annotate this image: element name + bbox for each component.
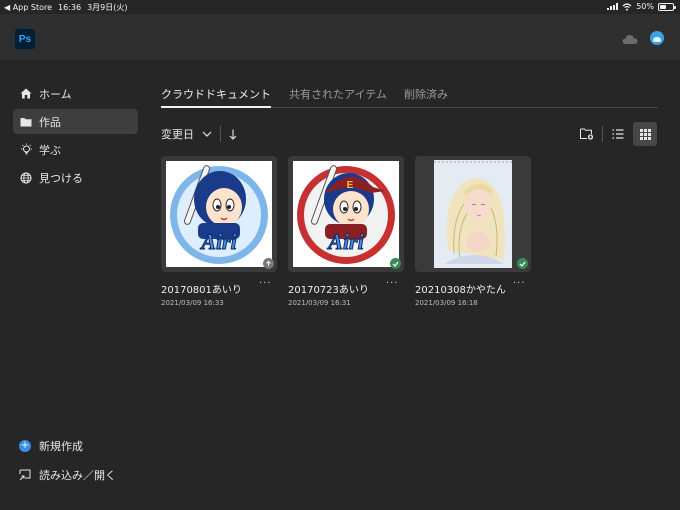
plus-icon: + xyxy=(19,440,31,452)
import-icon xyxy=(19,469,31,481)
user-avatar[interactable] xyxy=(650,31,664,45)
sort-bar: 変更日 xyxy=(161,122,237,146)
file-card[interactable]: Airi 20170801あいり 2021/03/09 16:33 ··· xyxy=(161,156,277,307)
list-view-icon xyxy=(612,129,624,139)
chevron-down-icon[interactable] xyxy=(202,131,212,137)
file-thumbnail-frame[interactable]: Airi xyxy=(161,156,277,272)
sort-field-select[interactable]: 変更日 xyxy=(161,126,194,142)
toolbar-divider xyxy=(602,126,603,142)
more-options-button[interactable]: ··· xyxy=(386,278,399,289)
battery-icon xyxy=(658,2,676,11)
cloud-icon[interactable] xyxy=(622,34,638,44)
more-options-button[interactable]: ··· xyxy=(513,278,526,289)
sidebar-item-label: 学ぶ xyxy=(39,143,61,157)
new-file-button[interactable]: + 新規作成 xyxy=(13,435,143,457)
photoshop-logo[interactable]: Ps xyxy=(15,29,35,49)
file-date: 2021/03/09 16:18 xyxy=(415,299,478,307)
sort-direction-arrow-icon[interactable] xyxy=(229,129,237,140)
sidebar-item-label: 作品 xyxy=(39,115,61,129)
sidebar: ホーム 作品 学ぶ 見つける + 新規作成 読み込み／開く xyxy=(0,60,150,510)
wifi-icon xyxy=(622,2,632,11)
document-tabs: クラウドドキュメント 共有されたアイテム 削除済み xyxy=(161,86,658,108)
file-card[interactable]: E Airi 20170723あいり 2021/03/09 16:31 ··· xyxy=(288,156,404,307)
battery-percent: 50% xyxy=(636,2,654,11)
status-bar: ◀ App Store 16:36 3月9日(火) 50% xyxy=(0,0,680,14)
svg-text:Airi: Airi xyxy=(326,229,364,254)
grid-view-icon xyxy=(639,128,651,140)
status-date: 3月9日(火) xyxy=(87,3,128,12)
file-thumbnail: Airi xyxy=(166,161,272,267)
sidebar-item-label: 見つける xyxy=(39,171,83,185)
status-time: 16:36 xyxy=(58,3,82,12)
folder-icon xyxy=(19,115,33,129)
tab-cloud-documents[interactable]: クラウドドキュメント xyxy=(161,86,271,108)
cloud-upload-icon xyxy=(263,258,274,269)
back-to-app-link[interactable]: ◀ App Store xyxy=(4,3,52,12)
new-folder-button[interactable] xyxy=(575,122,599,146)
sort-divider xyxy=(220,126,221,142)
file-thumbnail xyxy=(434,160,512,268)
sidebar-item-home[interactable]: ホーム xyxy=(13,81,138,106)
main-content: クラウドドキュメント 共有されたアイテム 削除済み 変更日 Airi 20170… xyxy=(150,60,680,510)
svg-text:Airi: Airi xyxy=(199,229,237,254)
new-file-label: 新規作成 xyxy=(39,440,83,453)
synced-check-icon xyxy=(390,258,401,269)
home-icon xyxy=(19,87,33,101)
app-header: Ps xyxy=(0,14,680,60)
cellular-signal-icon xyxy=(607,3,619,10)
svg-text:E: E xyxy=(347,180,354,191)
sidebar-item-label: ホーム xyxy=(39,87,72,101)
tab-shared-items[interactable]: 共有されたアイテム xyxy=(289,86,387,102)
globe-icon xyxy=(19,171,33,185)
file-thumbnail-frame[interactable]: E Airi xyxy=(288,156,404,272)
sidebar-item-learn[interactable]: 学ぶ xyxy=(13,137,138,162)
file-date: 2021/03/09 16:33 xyxy=(161,299,224,307)
tab-deleted[interactable]: 削除済み xyxy=(404,86,448,102)
file-thumbnail-frame[interactable] xyxy=(415,156,531,272)
file-date: 2021/03/09 16:31 xyxy=(288,299,351,307)
new-folder-icon xyxy=(580,128,594,140)
more-options-button[interactable]: ··· xyxy=(259,278,272,289)
file-card[interactable]: 20210308かやたん 2021/03/09 16:18 ··· xyxy=(415,156,531,307)
sidebar-item-works[interactable]: 作品 xyxy=(13,109,138,134)
import-open-button[interactable]: 読み込み／開く xyxy=(13,464,143,486)
sidebar-item-discover[interactable]: 見つける xyxy=(13,165,138,190)
file-thumbnail: E Airi xyxy=(293,161,399,267)
grid-view-button[interactable] xyxy=(633,122,657,146)
lightbulb-icon xyxy=(19,143,33,157)
import-open-label: 読み込み／開く xyxy=(39,469,116,482)
list-view-button[interactable] xyxy=(606,122,630,146)
synced-check-icon xyxy=(517,258,528,269)
